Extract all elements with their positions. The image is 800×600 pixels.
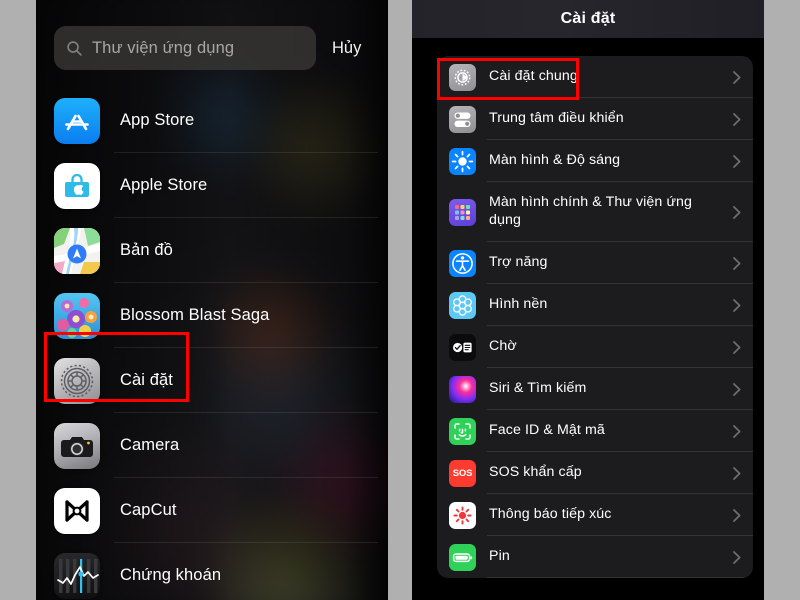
settings-row-label: Siri & Tìm kiếm (489, 380, 587, 397)
settings-row-battery[interactable]: Pin (437, 536, 753, 578)
list-item-label: Camera (120, 436, 180, 454)
siri-icon (449, 375, 476, 403)
chevron-right-icon (733, 424, 741, 438)
list-item[interactable]: App Store (36, 88, 388, 153)
cancel-button[interactable]: Hủy (332, 39, 361, 58)
list-item[interactable]: Camera (36, 413, 388, 478)
chevron-right-icon (733, 205, 741, 219)
chevron-right-icon (733, 382, 741, 396)
settings-row-emergency-sos[interactable]: SOS SOS khẩn cấp (437, 452, 753, 494)
settings-row-accessibility[interactable]: Trợ năng (437, 242, 753, 284)
chevron-right-icon (733, 112, 741, 126)
settings-row-label: Hình nền (489, 296, 548, 313)
chevron-right-icon (733, 154, 741, 168)
list-item[interactable]: Chứng khoán (36, 543, 388, 600)
list-item-settings[interactable]: Cài đặt (36, 348, 388, 413)
settings-row-wallpaper[interactable]: Hình nền (437, 284, 753, 326)
row-separator (487, 577, 753, 578)
right-margin (764, 0, 800, 600)
capcut-icon (54, 487, 100, 534)
settings-row-label: Face ID & Mật mã (489, 422, 605, 439)
settings-row-control-center[interactable]: Trung tâm điều khiển (437, 98, 753, 140)
battery-icon (449, 543, 476, 571)
app-list: App Store Apple Store Bản đồ Blossom Bla… (36, 88, 388, 600)
settings-gear-icon (54, 357, 100, 404)
list-item-label: App Store (120, 111, 195, 129)
left-margin (0, 0, 36, 600)
wallpaper-icon (449, 291, 476, 319)
camera-icon (54, 422, 100, 469)
list-item-label: Apple Store (120, 176, 208, 194)
settings-row-label: Trung tâm điều khiển (489, 110, 624, 127)
settings-row-home-screen[interactable]: Màn hình chính & Thư viện ứng dụng (437, 182, 753, 242)
search-icon (67, 40, 82, 56)
settings-panel: Cài đặt Cài đặt chung Trung tâm điều khi… (412, 0, 764, 600)
gear-icon (449, 63, 476, 91)
settings-row-general[interactable]: Cài đặt chung (437, 56, 753, 98)
brightness-icon (449, 147, 476, 175)
sos-icon: SOS (449, 459, 476, 487)
panel-gap (388, 0, 412, 600)
list-item[interactable]: Apple Store (36, 153, 388, 218)
stocks-icon (54, 552, 100, 599)
list-item-label: Bản đồ (120, 241, 173, 259)
sos-icon-text: SOS (452, 467, 473, 479)
search-placeholder: Thư viện ứng dụng (92, 38, 235, 57)
apple-store-icon (54, 162, 100, 209)
settings-row-label: Chờ (489, 338, 517, 355)
face-id-icon (449, 417, 476, 445)
standby-icon (449, 333, 476, 361)
screenshot-root: Thư viện ứng dụng Hủy App Store Apple St… (0, 0, 800, 600)
settings-row-display[interactable]: Màn hình & Độ sáng (437, 140, 753, 182)
settings-row-label: Thông báo tiếp xúc (489, 506, 612, 523)
settings-row-label: Màn hình chính & Thư viện ứng dụng (489, 194, 693, 228)
search-input[interactable]: Thư viện ứng dụng (54, 26, 316, 70)
list-item-label: CapCut (120, 501, 177, 519)
list-item[interactable]: Bản đồ (36, 218, 388, 283)
list-item[interactable]: Blossom Blast Saga (36, 283, 388, 348)
chevron-right-icon (733, 298, 741, 312)
settings-row-exposure-notifications[interactable]: Thông báo tiếp xúc (437, 494, 753, 536)
settings-row-label: SOS khẩn cấp (489, 464, 582, 481)
chevron-right-icon (733, 466, 741, 480)
settings-list: Cài đặt chung Trung tâm điều khiển Màn h… (437, 56, 753, 578)
settings-row-siri[interactable]: Siri & Tìm kiếm (437, 368, 753, 410)
exposure-notification-icon (449, 501, 476, 529)
settings-row-face-id[interactable]: Face ID & Mật mã (437, 410, 753, 452)
settings-row-label: Pin (489, 548, 510, 565)
chevron-right-icon (733, 340, 741, 354)
accessibility-icon (449, 249, 476, 277)
app-library-panel: Thư viện ứng dụng Hủy App Store Apple St… (36, 0, 388, 600)
list-item[interactable]: CapCut (36, 478, 388, 543)
settings-row-label: Cài đặt chung (489, 68, 578, 85)
settings-row-standby[interactable]: Chờ (437, 326, 753, 368)
list-item-label: Cài đặt (120, 371, 173, 389)
app-store-icon (54, 97, 100, 144)
app-grid-icon (449, 198, 476, 226)
chevron-right-icon (733, 550, 741, 564)
page-title: Cài đặt (560, 10, 616, 27)
chevron-right-icon (733, 70, 741, 84)
blossom-blast-saga-icon (54, 292, 100, 339)
chevron-right-icon (733, 508, 741, 522)
list-item-label: Blossom Blast Saga (120, 306, 270, 324)
search-row: Thư viện ứng dụng Hủy (54, 26, 372, 70)
chevron-right-icon (733, 256, 741, 270)
settings-row-label: Màn hình & Độ sáng (489, 152, 621, 169)
sliders-icon (449, 105, 476, 133)
list-item-label: Chứng khoán (120, 566, 222, 584)
maps-icon (54, 227, 100, 274)
settings-row-label: Trợ năng (489, 254, 548, 271)
